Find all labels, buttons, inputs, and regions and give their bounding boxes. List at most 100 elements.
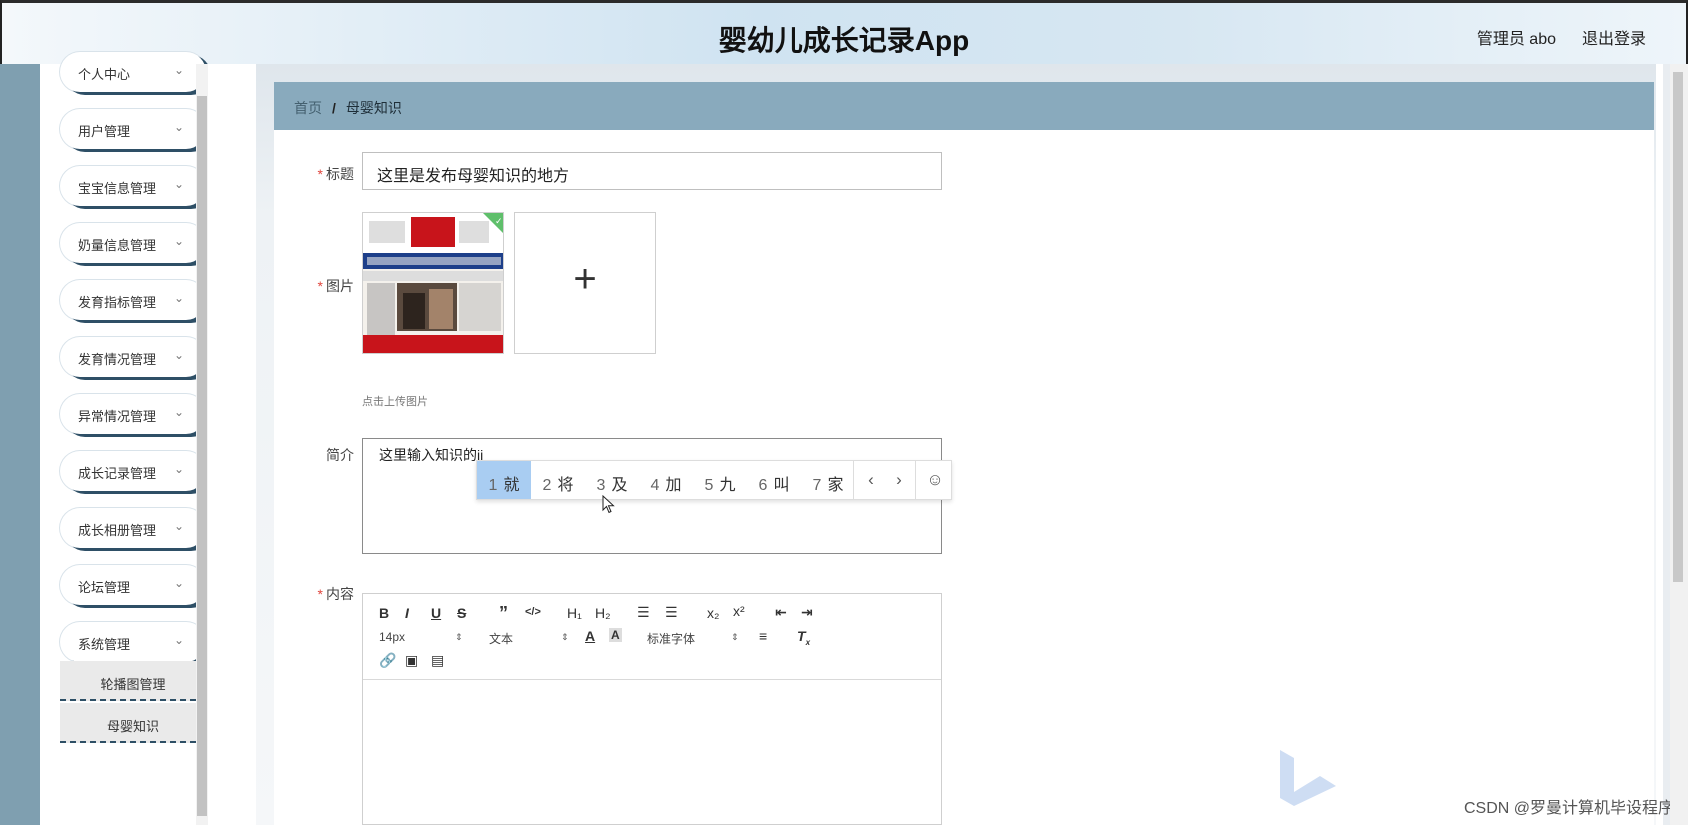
heading-1-icon[interactable]: H₁ — [567, 605, 582, 621]
sidebar-item-label: 用户管理 — [78, 124, 131, 139]
ime-candidate[interactable]: 4加 — [639, 461, 693, 499]
main-scroll-thumb[interactable] — [1673, 72, 1683, 582]
sidebar-item-growth-status[interactable]: 发育情况管理 ⌄ — [60, 337, 206, 377]
italic-icon[interactable]: I — [405, 605, 409, 621]
ime-candidate[interactable]: 3及 — [585, 461, 639, 499]
rich-text-editor: B I U S ” </> H₁ H₂ ☰ ☰ x₂ x² ⇤ ⇥ 14px ⇕ … — [362, 593, 942, 825]
logout-link[interactable]: 退出登录 — [1582, 25, 1646, 49]
blockquote-icon[interactable]: ” — [499, 603, 508, 624]
sidebar-item-forum[interactable]: 论坛管理 ⌄ — [60, 565, 206, 605]
required-mark: * — [317, 278, 323, 294]
sidebar-item-milk-info[interactable]: 奶量信息管理 ⌄ — [60, 223, 206, 263]
uploaded-image-thumbnail[interactable]: ✓ — [362, 212, 504, 354]
format-select[interactable]: 文本 ⇕ — [489, 630, 573, 647]
sidebar-item-label: 宝宝信息管理 — [78, 181, 157, 196]
sidebar-item-album[interactable]: 成长相册管理 ⌄ — [60, 508, 206, 548]
ime-divider — [853, 461, 854, 499]
breadcrumb-home[interactable]: 首页 — [294, 100, 322, 116]
emoji-icon[interactable]: ☺ — [923, 470, 947, 490]
sidebar-item-label: 个人中心 — [78, 67, 131, 82]
sidebar-item-baby-info[interactable]: 宝宝信息管理 ⌄ — [60, 166, 206, 206]
title-label: * 标题 — [317, 166, 354, 182]
sidebar: 个人中心 ⌄ 用户管理 ⌄ 宝宝信息管理 ⌄ 奶量信息管理 ⌄ 发育指标管理 ⌄… — [40, 52, 206, 825]
submenu-item-carousel[interactable]: 轮播图管理 — [60, 661, 206, 701]
image-upload-button[interactable]: + — [514, 212, 656, 354]
ime-divider — [915, 461, 916, 499]
chevron-down-icon: ⌄ — [173, 633, 184, 647]
plus-icon: + — [573, 257, 597, 301]
sidebar-item-label: 成长相册管理 — [78, 523, 157, 538]
sidebar-item-label: 奶量信息管理 — [78, 238, 157, 253]
watermark-logo — [1280, 750, 1336, 806]
breadcrumb-current: 母婴知识 — [345, 100, 402, 116]
breadcrumb: 首页 / 母婴知识 — [274, 82, 1654, 130]
font-size-select[interactable]: 14px ⇕ — [379, 630, 463, 644]
sidebar-item-profile[interactable]: 个人中心 ⌄ — [60, 52, 206, 92]
chevron-down-icon: ⌄ — [173, 63, 184, 77]
sidebar-item-system[interactable]: 系统管理 ⌄ — [60, 622, 206, 662]
svg-text:✓: ✓ — [495, 216, 503, 226]
sidebar-item-label: 系统管理 — [78, 637, 131, 652]
font-color-icon[interactable]: A — [585, 628, 595, 644]
subscript-icon[interactable]: x₂ — [707, 605, 719, 621]
ime-prev-icon[interactable]: ‹ — [859, 470, 883, 490]
required-mark: * — [317, 586, 323, 602]
sidebar-item-label: 异常情况管理 — [78, 409, 157, 424]
sidebar-item-label: 发育指标管理 — [78, 295, 157, 310]
outdent-icon[interactable]: ⇤ — [775, 604, 787, 621]
superscript-icon[interactable]: x² — [733, 603, 745, 619]
chevron-down-icon: ⌄ — [173, 519, 184, 533]
ime-candidate[interactable]: 1就 — [477, 461, 531, 499]
top-header: 婴幼儿成长记录App 管理员 abo 退出登录 — [0, 0, 1688, 64]
align-icon[interactable]: ≡ — [759, 628, 767, 644]
sidebar-item-label: 成长记录管理 — [78, 466, 157, 481]
submenu-item-knowledge[interactable]: 母婴知识 — [60, 703, 206, 743]
sidebar-item-growth-index[interactable]: 发育指标管理 ⌄ — [60, 280, 206, 320]
upload-tip: 点击上传图片 — [362, 396, 428, 408]
ime-candidate[interactable]: 6叫 — [747, 461, 801, 499]
ime-candidate[interactable]: 7家 — [801, 461, 855, 499]
csdn-watermark: CSDN @罗曼计算机毕设程序 — [1463, 800, 1674, 817]
mouse-cursor-icon — [602, 495, 615, 514]
chevron-down-icon: ⌄ — [173, 177, 184, 191]
sidebar-strip — [0, 64, 40, 825]
ime-next-icon[interactable]: › — [887, 470, 911, 490]
heading-2-icon[interactable]: H₂ — [595, 605, 611, 621]
sidebar-scroll-thumb[interactable] — [197, 96, 207, 816]
clear-format-icon[interactable]: Tx — [797, 628, 810, 647]
sidebar-item-growth-record[interactable]: 成长记录管理 ⌄ — [60, 451, 206, 491]
chevron-down-icon: ⌄ — [173, 291, 184, 305]
font-family-select[interactable]: 标准字体 ⇕ — [647, 630, 739, 647]
background-color-icon[interactable]: A — [609, 628, 622, 642]
sidebar-item-label: 发育情况管理 — [78, 352, 157, 367]
ime-candidate-bar: 1就 2将 3及 4加 5九 6叫 7家 ‹ › ☺ — [476, 460, 952, 500]
ime-candidate[interactable]: 2将 — [531, 461, 585, 499]
bold-icon[interactable]: B — [379, 605, 389, 621]
chevron-down-icon: ⌄ — [173, 405, 184, 419]
underline-icon[interactable]: U — [431, 605, 441, 621]
ordered-list-icon[interactable]: ☰ — [637, 604, 650, 621]
chevron-down-icon: ⌄ — [173, 576, 184, 590]
editor-toolbar: B I U S ” </> H₁ H₂ ☰ ☰ x₂ x² ⇤ ⇥ 14px ⇕ … — [363, 594, 941, 680]
video-icon[interactable]: ▤ — [431, 652, 444, 669]
sidebar-item-anomaly[interactable]: 异常情况管理 ⌄ — [60, 394, 206, 434]
link-icon[interactable]: 🔗 — [379, 652, 396, 669]
sidebar-item-label: 论坛管理 — [78, 580, 131, 595]
chevron-down-icon: ⌄ — [173, 120, 184, 134]
chevron-down-icon: ⌄ — [173, 462, 184, 476]
intro-label: 简介 — [326, 447, 354, 463]
sidebar-item-users[interactable]: 用户管理 ⌄ — [60, 109, 206, 149]
image-icon[interactable]: ▣ — [405, 652, 418, 669]
app-title: 婴幼儿成长记录App — [718, 25, 970, 56]
breadcrumb-separator: / — [332, 100, 336, 116]
current-user: 管理员 abo — [1476, 31, 1556, 48]
indent-icon[interactable]: ⇥ — [801, 604, 813, 621]
ime-candidate[interactable]: 5九 — [693, 461, 747, 499]
chevron-down-icon: ⌄ — [173, 348, 184, 362]
code-icon[interactable]: </> — [525, 606, 541, 618]
image-label: * 图片 — [317, 278, 354, 294]
bullet-list-icon[interactable]: ☰ — [665, 604, 678, 621]
title-input[interactable]: 这里是发布母婴知识的地方 — [362, 152, 942, 190]
chevron-down-icon: ⌄ — [173, 234, 184, 248]
strikethrough-icon[interactable]: S — [457, 605, 466, 621]
